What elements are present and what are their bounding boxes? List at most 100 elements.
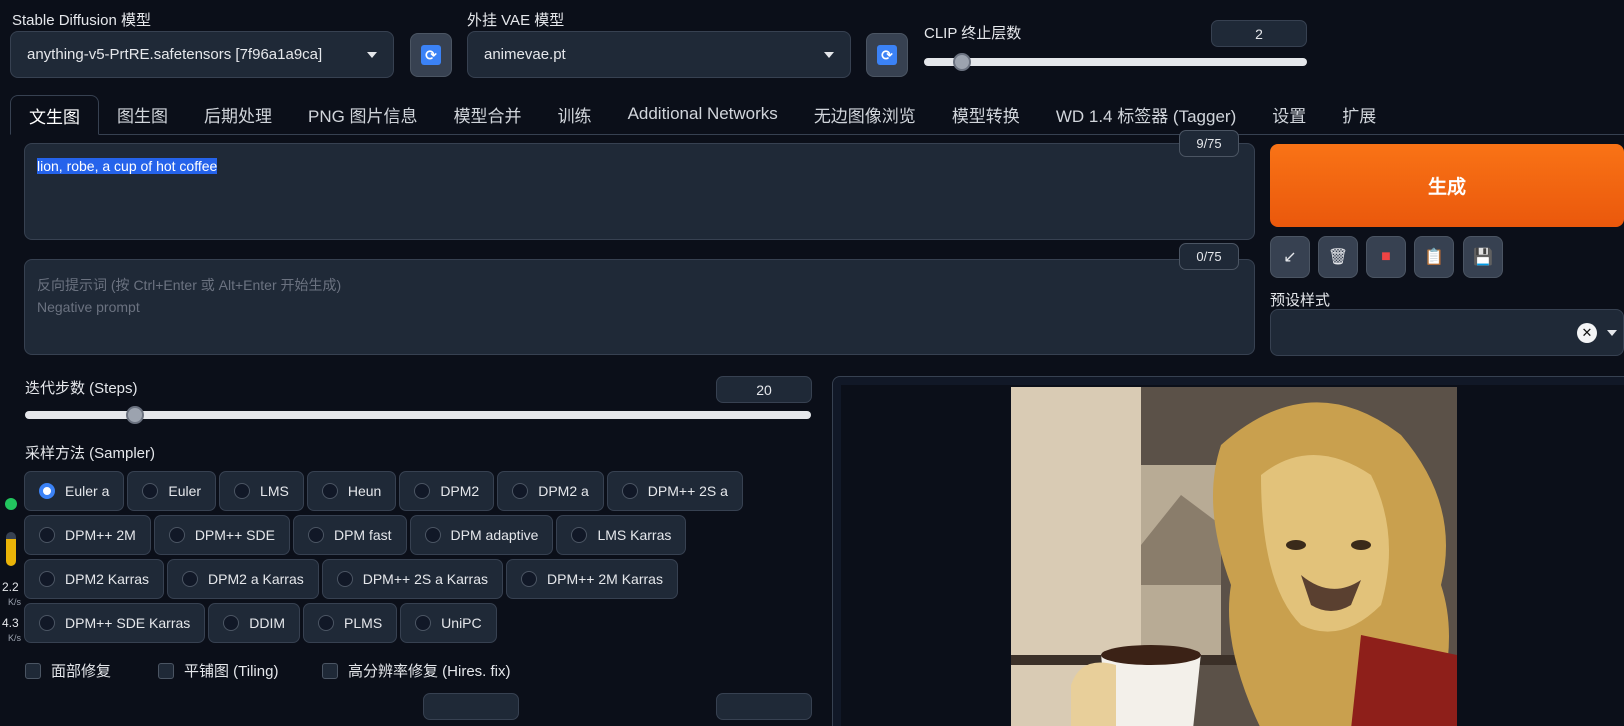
- sampler-option[interactable]: DPM2 a Karras: [167, 559, 319, 599]
- radio-icon[interactable]: [168, 527, 185, 543]
- steps-number-input[interactable]: 20: [716, 376, 812, 403]
- clip-slider[interactable]: [924, 53, 1307, 71]
- clear-icon[interactable]: ✕: [1577, 322, 1597, 343]
- radio-icon[interactable]: [318, 615, 335, 631]
- radio-icon[interactable]: [512, 483, 529, 499]
- clip-slider-thumb[interactable]: [953, 53, 972, 71]
- sampler-option[interactable]: DPM++ 2M: [24, 515, 151, 555]
- radio-icon[interactable]: [39, 483, 55, 499]
- sampler-option[interactable]: DPM++ SDE Karras: [24, 603, 206, 643]
- radio-icon[interactable]: [571, 527, 588, 543]
- sampler-option[interactable]: LMS: [219, 471, 304, 511]
- sampler-option[interactable]: UniPC: [400, 603, 497, 643]
- sampler-option[interactable]: DPM2 a: [497, 471, 604, 511]
- radio-icon[interactable]: [142, 483, 159, 499]
- styles-label: 预设样式: [1270, 292, 1331, 309]
- sampler-option[interactable]: LMS Karras: [556, 515, 687, 555]
- save-icon-button[interactable]: 💾: [1463, 236, 1503, 278]
- radio-icon[interactable]: [223, 615, 240, 631]
- tab-4[interactable]: 模型合并: [436, 94, 540, 134]
- tab-5[interactable]: 训练: [540, 94, 610, 134]
- sampler-option-label: DPM++ 2M: [65, 527, 136, 543]
- steps-slider-thumb[interactable]: [126, 406, 145, 424]
- arrow-icon-button[interactable]: ↙: [1270, 236, 1310, 278]
- output-gallery: [832, 376, 1624, 726]
- hires-checkbox[interactable]: 高分辨率修复 (Hires. fix): [322, 660, 511, 681]
- radio-icon[interactable]: [414, 483, 431, 499]
- tab-7[interactable]: 无边图像浏览: [796, 94, 934, 134]
- tab-11[interactable]: 扩展: [1324, 94, 1394, 134]
- radio-icon[interactable]: [336, 571, 353, 587]
- checkbox-box[interactable]: [158, 662, 174, 679]
- radio-icon[interactable]: [521, 571, 538, 587]
- refresh-icon: ⟳: [877, 45, 897, 65]
- sampler-option-label: LMS: [260, 483, 289, 499]
- tab-10[interactable]: 设置: [1254, 94, 1324, 134]
- face-restore-label: 面部修复: [51, 663, 112, 680]
- vae-dropdown[interactable]: animevae.pt: [467, 31, 851, 78]
- clip-number-input[interactable]: 2: [1211, 20, 1307, 47]
- radio-icon[interactable]: [307, 527, 324, 543]
- radio-icon[interactable]: [621, 483, 638, 499]
- sampler-option[interactable]: DPM2: [399, 471, 495, 511]
- tab-6[interactable]: Additional Networks: [610, 94, 796, 134]
- sampler-option-label: DPM2 a Karras: [208, 571, 304, 587]
- sampler-option[interactable]: DPM fast: [292, 515, 407, 555]
- sampler-option[interactable]: DPM++ 2S a Karras: [321, 559, 504, 599]
- radio-icon[interactable]: [39, 527, 55, 543]
- refresh-sd-model-button[interactable]: ⟳: [410, 33, 452, 77]
- sampler-option-label: DPM2: [440, 483, 480, 499]
- sampler-option[interactable]: DDIM: [208, 603, 301, 643]
- radio-icon[interactable]: [234, 483, 251, 499]
- radio-icon[interactable]: [321, 483, 338, 499]
- sampler-option-label: DPM2 Karras: [65, 571, 150, 587]
- sampler-option[interactable]: PLMS: [303, 603, 398, 643]
- sd-model-dropdown[interactable]: anything-v5-PrtRE.safetensors [7f96a1a9c…: [10, 31, 394, 78]
- sampler-option[interactable]: DPM++ 2S a: [606, 471, 743, 511]
- refresh-icon: ⟳: [421, 45, 441, 65]
- sd-model-label: Stable Diffusion 模型: [12, 12, 151, 29]
- clipboard-icon-button[interactable]: 📋: [1414, 236, 1454, 278]
- styles-dropdown[interactable]: ✕: [1270, 309, 1624, 356]
- tab-3[interactable]: PNG 图片信息: [290, 94, 436, 134]
- refresh-vae-button[interactable]: ⟳: [866, 33, 908, 77]
- tab-1[interactable]: 图生图: [99, 94, 186, 134]
- sampler-option[interactable]: DPM++ 2M Karras: [506, 559, 678, 599]
- stat-value-1: 2.2: [2, 580, 19, 594]
- tab-2[interactable]: 后期处理: [186, 94, 290, 134]
- sampler-option[interactable]: DPM++ SDE: [153, 515, 290, 555]
- radio-icon[interactable]: [182, 571, 199, 587]
- sampler-option-label: Euler: [168, 483, 202, 499]
- radio-icon[interactable]: [39, 571, 55, 587]
- chevron-down-icon: [367, 51, 377, 58]
- radio-icon[interactable]: [424, 527, 441, 543]
- batch-number-input[interactable]: [716, 693, 812, 720]
- sampler-option[interactable]: Heun: [306, 471, 397, 511]
- tab-8[interactable]: 模型转换: [934, 94, 1038, 134]
- negative-prompt-textarea[interactable]: 反向提示词 (按 Ctrl+Enter 或 Alt+Enter 开始生成) Ne…: [24, 259, 1255, 355]
- sampler-option[interactable]: DPM2 Karras: [24, 559, 165, 599]
- tiling-checkbox[interactable]: 平铺图 (Tiling): [158, 660, 278, 681]
- sampler-option[interactable]: DPM adaptive: [409, 515, 554, 555]
- clip-label: CLIP 终止层数: [924, 25, 1022, 42]
- prompt-token-counter: 9/75: [1179, 130, 1239, 157]
- lion-image: [841, 385, 1624, 726]
- checkbox-box[interactable]: [25, 662, 41, 679]
- face-restore-checkbox[interactable]: 面部修复: [25, 660, 111, 681]
- negative-token-counter: 0/75: [1179, 243, 1239, 270]
- radio-icon[interactable]: [39, 615, 55, 631]
- width-number-input[interactable]: [423, 693, 519, 720]
- flag-icon-button[interactable]: ■: [1366, 236, 1406, 278]
- checkbox-box[interactable]: [322, 662, 338, 679]
- generate-button[interactable]: 生成: [1270, 144, 1624, 227]
- prompt-textarea[interactable]: lion, robe, a cup of hot coffee: [24, 143, 1255, 240]
- negative-placeholder-line1: 反向提示词 (按 Ctrl+Enter 或 Alt+Enter 开始生成): [37, 277, 342, 293]
- steps-slider[interactable]: [25, 406, 811, 424]
- output-image[interactable]: [841, 385, 1624, 726]
- trash-icon-button[interactable]: 🗑: [1318, 236, 1358, 278]
- radio-icon[interactable]: [415, 615, 432, 631]
- sampler-option[interactable]: Euler a: [24, 471, 125, 511]
- sampler-option[interactable]: Euler: [127, 471, 217, 511]
- tab-9[interactable]: WD 1.4 标签器 (Tagger): [1038, 94, 1254, 134]
- tab-0[interactable]: 文生图: [10, 95, 99, 135]
